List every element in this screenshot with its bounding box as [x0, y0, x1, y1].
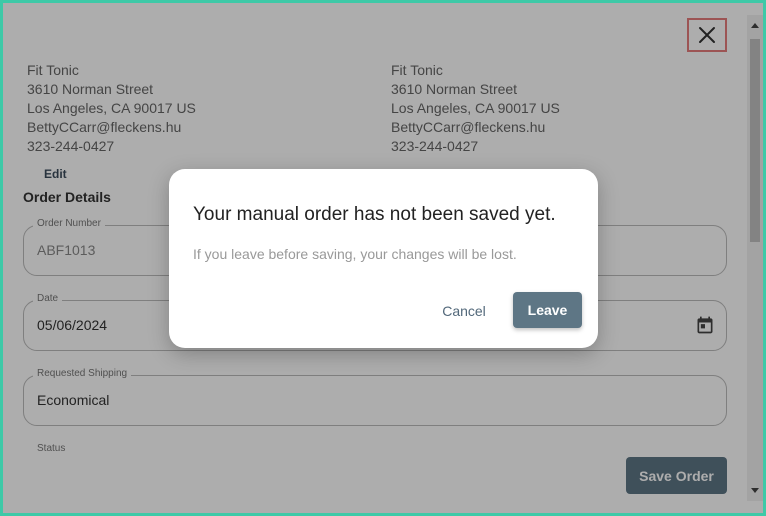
order-editor-window: Fit Tonic 3610 Norman Street Los Angeles…: [3, 3, 763, 513]
dialog-title: Your manual order has not been saved yet…: [193, 204, 556, 225]
unsaved-changes-dialog: Your manual order has not been saved yet…: [169, 169, 598, 348]
cancel-button[interactable]: Cancel: [431, 293, 497, 329]
dialog-message: If you leave before saving, your changes…: [193, 246, 517, 262]
leave-button[interactable]: Leave: [513, 292, 582, 328]
